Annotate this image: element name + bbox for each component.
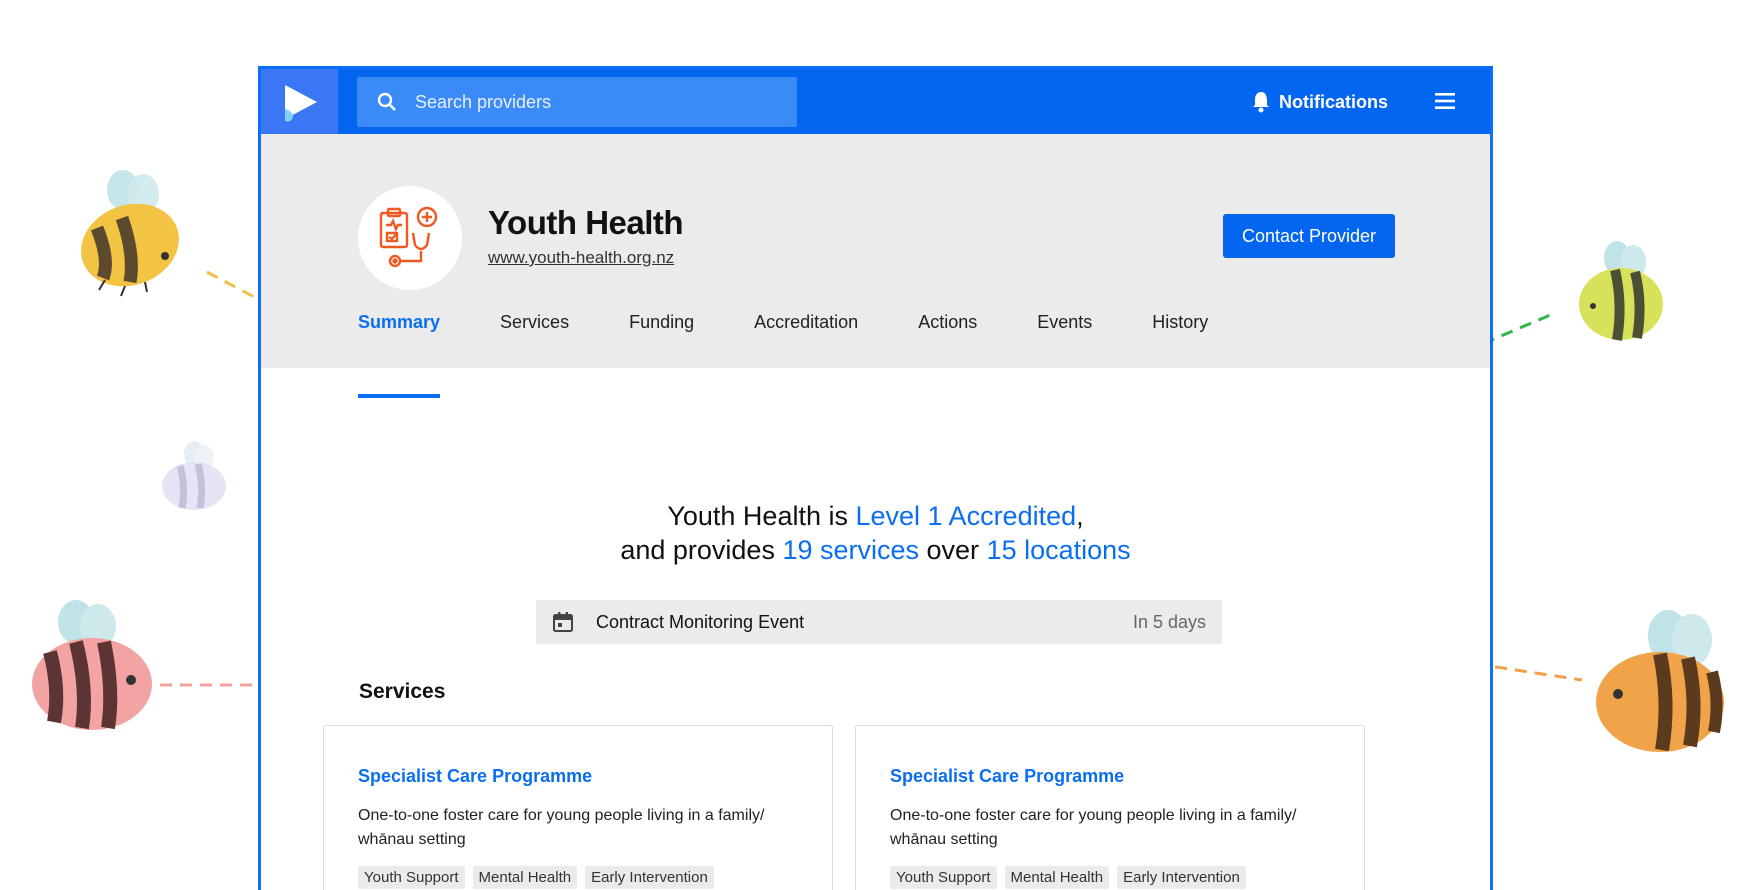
- tab-summary[interactable]: Summary: [358, 299, 441, 398]
- top-bar: Notifications: [261, 69, 1490, 134]
- service-card[interactable]: Specialist Care Programme One-to-one fos…: [855, 725, 1365, 890]
- faded-bee-icon: [162, 441, 226, 510]
- provider-summary: Youth Health is Level 1 Accredited, and …: [261, 499, 1490, 567]
- medical-clipboard-icon: [379, 206, 438, 268]
- summary-line-1: Youth Health is Level 1 Accredited,: [261, 499, 1490, 533]
- tab-events[interactable]: Events: [1037, 299, 1092, 368]
- services-count: 19 services: [782, 535, 920, 565]
- app-logo[interactable]: [261, 69, 338, 134]
- search-icon: [377, 92, 397, 112]
- locations-count: 15 locations: [986, 535, 1131, 565]
- upcoming-event[interactable]: Contract Monitoring Event In 5 days: [536, 600, 1222, 644]
- event-time: In 5 days: [1132, 611, 1206, 632]
- play-logo-icon: [284, 84, 317, 121]
- tab-actions[interactable]: Actions: [918, 299, 977, 368]
- summary-text: over: [919, 535, 987, 565]
- service-title[interactable]: Specialist Care Programme: [358, 766, 592, 787]
- app-window: Notifications: [258, 66, 1493, 890]
- summary-text: ,: [1076, 501, 1084, 531]
- service-tag: Youth Support: [890, 866, 997, 889]
- service-tags: Youth Support Mental Health Early Interv…: [358, 866, 714, 889]
- tab-history[interactable]: History: [1152, 299, 1208, 368]
- tab-services[interactable]: Services: [500, 299, 569, 368]
- green-bee-icon: [1579, 241, 1663, 341]
- tab-accreditation[interactable]: Accreditation: [754, 299, 858, 368]
- search-bar[interactable]: [357, 77, 797, 127]
- service-tag: Mental Health: [472, 866, 578, 889]
- accreditation-level: Level 1 Accredited: [855, 501, 1077, 531]
- provider-avatar: [358, 186, 462, 290]
- calendar-icon: [552, 611, 574, 633]
- service-card[interactable]: Specialist Care Programme One-to-one fos…: [323, 725, 833, 890]
- bell-icon: [1251, 91, 1271, 113]
- notifications-button[interactable]: Notifications: [1251, 87, 1388, 117]
- tab-funding[interactable]: Funding: [629, 299, 694, 368]
- event-title: Contract Monitoring Event: [596, 611, 805, 632]
- provider-website-link[interactable]: www.youth-health.org.nz: [488, 248, 674, 268]
- service-tag: Youth Support: [358, 866, 465, 889]
- summary-text: and provides: [620, 535, 783, 565]
- yellow-bee-icon: [81, 170, 179, 297]
- summary-text: Youth Health is: [667, 501, 856, 531]
- service-title[interactable]: Specialist Care Programme: [890, 766, 1124, 787]
- service-tag: Early Intervention: [585, 866, 714, 889]
- service-tags: Youth Support Mental Health Early Interv…: [890, 866, 1246, 889]
- contact-provider-button[interactable]: Contact Provider: [1223, 214, 1395, 258]
- hamburger-menu-icon[interactable]: [1434, 90, 1456, 112]
- pink-bee-icon: [32, 600, 152, 730]
- service-description: One-to-one foster care for young people …: [890, 807, 1297, 848]
- summary-line-2: and provides 19 services over 15 locatio…: [261, 533, 1490, 567]
- services-heading: Services: [359, 680, 446, 703]
- provider-header: Youth Health www.youth-health.org.nz Con…: [261, 134, 1490, 398]
- notifications-label: Notifications: [1279, 91, 1389, 112]
- service-tag: Mental Health: [1004, 866, 1110, 889]
- service-description: One-to-one foster care for young people …: [358, 807, 765, 848]
- provider-tabs: Summary Services Funding Accreditation A…: [358, 299, 1268, 398]
- service-tag: Early Intervention: [1117, 866, 1246, 889]
- search-input[interactable]: [413, 90, 777, 114]
- orange-bee-icon: [1596, 610, 1724, 752]
- provider-name: Youth Health: [488, 204, 684, 241]
